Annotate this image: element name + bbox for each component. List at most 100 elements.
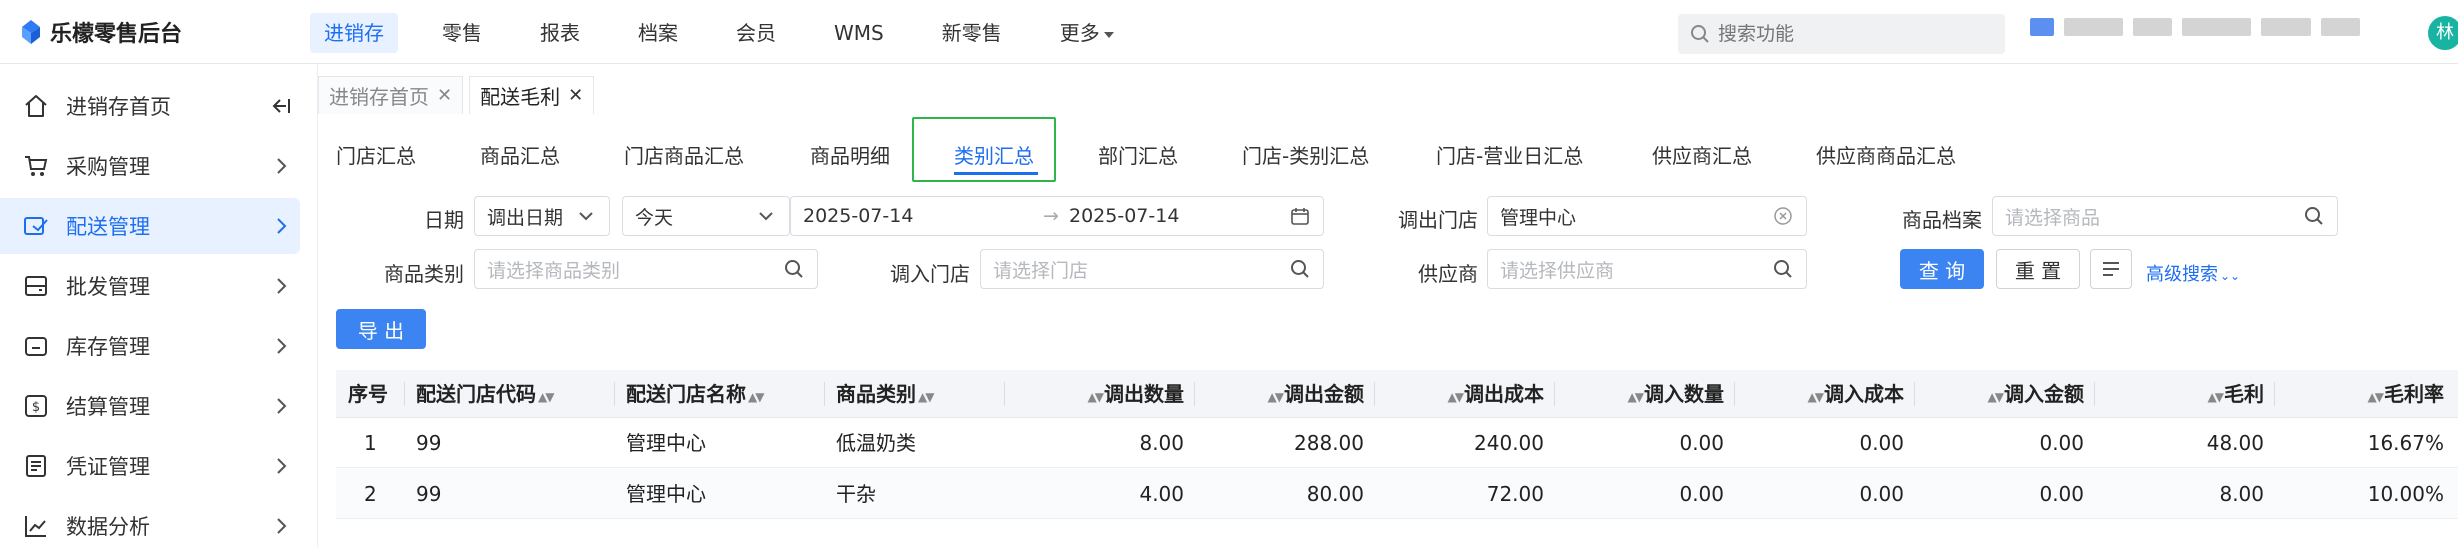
- topnav-wms[interactable]: WMS: [820, 13, 898, 53]
- sidebar-item-purchase[interactable]: 采购管理: [0, 138, 300, 194]
- topnav-retail[interactable]: 零售: [428, 13, 496, 53]
- topnav-more-label: 更多: [1059, 21, 1100, 45]
- sidebar-item-delivery[interactable]: 配送管理: [0, 198, 300, 254]
- rtab-store-summary[interactable]: 门店汇总: [336, 140, 416, 170]
- topnav-reports[interactable]: 报表: [526, 13, 594, 53]
- sidebar-item-analytics[interactable]: 数据分析: [0, 498, 300, 554]
- category-input[interactable]: 请选择商品类别: [474, 249, 818, 289]
- user-blur-2: [2063, 18, 2123, 36]
- table-row[interactable]: 1 99 管理中心 低温奶类 8.00 288.00 240.00 0.00 0…: [336, 418, 2458, 468]
- double-chevron-down-icon: ⌄⌄: [2220, 269, 2241, 283]
- search-icon[interactable]: [1289, 258, 1311, 280]
- delivery-icon: [22, 212, 50, 240]
- rtab-category-summary[interactable]: 类别汇总: [954, 140, 1034, 170]
- global-search-input[interactable]: [1718, 23, 1978, 45]
- col-header-in-cost[interactable]: ▲▼ 调入成本: [1736, 370, 1904, 418]
- topnav-more[interactable]: 更多: [1046, 13, 1128, 53]
- col-header-in-amount[interactable]: ▲▼ 调入金额: [1916, 370, 2084, 418]
- search-icon[interactable]: [2303, 205, 2325, 227]
- clear-icon[interactable]: [1772, 205, 1794, 227]
- product-file-input[interactable]: 请选择商品: [1992, 196, 2338, 236]
- sidebar-item-label: 凭证管理: [66, 455, 150, 479]
- table-row[interactable]: 2 99 管理中心 干杂 4.00 80.00 72.00 0.00 0.00 …: [336, 469, 2458, 519]
- col-header-gross-profit[interactable]: ▲▼ 毛利: [2096, 370, 2264, 418]
- advanced-search-link[interactable]: 高级搜索 ⌄⌄: [2146, 260, 2240, 286]
- cell-in-cost: 0.00: [1859, 482, 1904, 506]
- close-icon[interactable]: ✕: [568, 85, 583, 106]
- rtab-store-product-summary[interactable]: 门店商品汇总: [624, 140, 744, 170]
- col-header-label: 配送门店代码: [416, 382, 536, 406]
- global-search[interactable]: [1678, 14, 2005, 54]
- date-start[interactable]: 2025-07-14: [803, 205, 1043, 227]
- date-range-select[interactable]: 今天: [622, 196, 790, 236]
- topnav-new-retail[interactable]: 新零售: [928, 13, 1016, 53]
- rtab-department-summary[interactable]: 部门汇总: [1098, 140, 1178, 170]
- rtab-product-detail[interactable]: 商品明细: [810, 140, 890, 170]
- sidebar-item-home[interactable]: 进销存首页: [0, 78, 300, 134]
- sidebar-item-voucher[interactable]: 凭证管理: [0, 438, 300, 494]
- col-header-out-amount[interactable]: ▲▼ 调出金额: [1196, 370, 1364, 418]
- query-button[interactable]: 查 询: [1900, 249, 1984, 289]
- topnav-archive[interactable]: 档案: [624, 13, 692, 53]
- supplier-label: 供应商: [1418, 262, 1478, 286]
- col-header-out-cost[interactable]: ▲▼ 调出成本: [1376, 370, 1544, 418]
- col-header-gross-margin[interactable]: ▲▼ 毛利率: [2276, 370, 2444, 418]
- date-type-select[interactable]: 调出日期: [474, 196, 610, 236]
- rtab-store-business-day-summary[interactable]: 门店-营业日汇总: [1436, 140, 1583, 170]
- column-divider: [1004, 382, 1005, 406]
- cell-gross-margin: 10.00%: [2367, 482, 2444, 506]
- topnav-jinxiaocun[interactable]: 进销存: [310, 13, 398, 53]
- date-range-picker[interactable]: 2025-07-14 → 2025-07-14: [790, 196, 1324, 236]
- col-header-out-qty[interactable]: ▲▼ 调出数量: [1016, 370, 1184, 418]
- col-header-label: 调出金额: [1284, 382, 1364, 406]
- date-label: 日期: [424, 208, 464, 232]
- col-header-store-name[interactable]: 配送门店名称 ▲▼: [626, 370, 765, 418]
- export-button[interactable]: 导 出: [336, 309, 426, 349]
- tab-delivery-gross-profit[interactable]: 配送毛利 ✕: [469, 76, 595, 114]
- tab-jinxiaocun-home[interactable]: 进销存首页 ✕: [318, 76, 464, 114]
- user-blur-3: [2132, 18, 2173, 36]
- search-icon[interactable]: [1772, 258, 1794, 280]
- supplier-input[interactable]: 请选择供应商: [1487, 249, 1807, 289]
- app-logo[interactable]: 乐檬零售后台: [20, 14, 182, 50]
- sidebar-item-settlement[interactable]: $ 结算管理: [0, 378, 300, 434]
- cell-in-cost: 0.00: [1859, 431, 1904, 455]
- reset-button[interactable]: 重 置: [1996, 249, 2080, 289]
- sort-icon: ▲▼: [1987, 390, 2005, 404]
- tab-label: 进销存首页: [329, 85, 429, 109]
- col-header-label: 调入成本: [1824, 382, 1904, 406]
- sidebar-item-inventory[interactable]: 库存管理: [0, 318, 300, 374]
- col-header-store-code[interactable]: 配送门店代码 ▲▼: [416, 370, 555, 418]
- search-icon[interactable]: [783, 258, 805, 280]
- in-store-input[interactable]: 请选择门店: [980, 249, 1324, 289]
- top-nav: 进销存 零售 报表 档案 会员 WMS 新零售 更多: [310, 13, 1158, 53]
- wholesale-icon: [22, 272, 50, 300]
- close-icon[interactable]: ✕: [437, 85, 452, 106]
- date-end[interactable]: 2025-07-14: [1067, 205, 1289, 227]
- rtab-store-category-summary[interactable]: 门店-类别汇总: [1242, 140, 1369, 170]
- sidebar-item-label: 结算管理: [66, 395, 150, 419]
- chevron-right-icon: [266, 151, 296, 181]
- out-store-select[interactable]: 管理中心: [1487, 196, 1807, 236]
- sort-icon: ▲▼: [1087, 390, 1105, 404]
- rtab-product-summary[interactable]: 商品汇总: [480, 140, 560, 170]
- home-icon: [22, 92, 50, 120]
- chevron-right-icon: [266, 391, 296, 421]
- sidebar-item-wholesale[interactable]: 批发管理: [0, 258, 300, 314]
- col-header-category[interactable]: 商品类别 ▲▼: [836, 370, 935, 418]
- collapse-sidebar-icon[interactable]: [266, 91, 296, 121]
- topnav-member[interactable]: 会员: [722, 13, 790, 53]
- avatar[interactable]: 林: [2428, 16, 2458, 50]
- rtab-supplier-product-summary[interactable]: 供应商商品汇总: [1816, 140, 1956, 170]
- top-bar: 乐檬零售后台 进销存 零售 报表 档案 会员 WMS 新零售 更多 林: [0, 0, 2458, 64]
- column-divider: [614, 382, 615, 406]
- col-header-label: 商品类别: [836, 382, 916, 406]
- rtab-supplier-summary[interactable]: 供应商汇总: [1652, 140, 1752, 170]
- column-settings-button[interactable]: [2090, 249, 2132, 289]
- date-type-value: 调出日期: [487, 206, 564, 229]
- cell-index: 2: [364, 482, 377, 506]
- table-header: 序号 配送门店代码 ▲▼ 配送门店名称 ▲▼ 商品类别 ▲▼ ▲▼ 调出数量 ▲▼ 调出金…: [336, 370, 2458, 418]
- col-header-in-qty[interactable]: ▲▼ 调入数量: [1556, 370, 1724, 418]
- column-divider: [1734, 382, 1735, 406]
- caret-down-icon: [1103, 31, 1114, 38]
